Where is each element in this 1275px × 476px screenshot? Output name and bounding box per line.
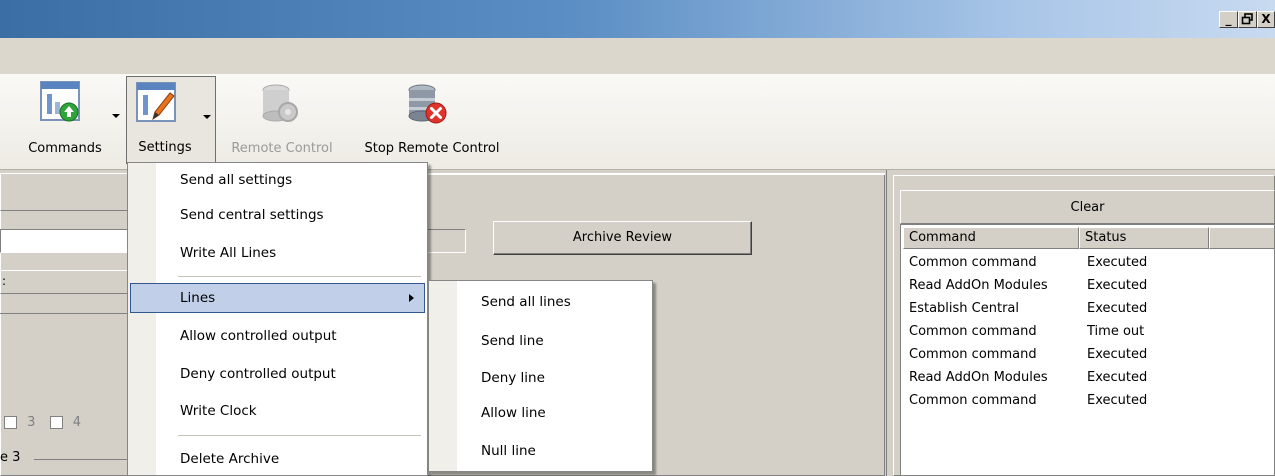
- log-status-cell: Time out: [1087, 324, 1145, 339]
- submenu-item-allow-line[interactable]: Allow line: [431, 398, 650, 428]
- submenu-item-null-line[interactable]: Null line: [431, 436, 650, 466]
- stop-remote-control-label: Stop Remote Control: [364, 141, 500, 156]
- settings-button[interactable]: Settings: [126, 76, 216, 164]
- submenu-item-label: Send line: [481, 333, 544, 349]
- stop-remote-control-icon: [408, 84, 447, 124]
- column-header-command[interactable]: Command: [903, 227, 1079, 249]
- close-button[interactable]: X: [1257, 11, 1275, 28]
- menu-item-label: Write All Lines: [180, 245, 277, 261]
- settings-icon: [136, 82, 176, 122]
- clear-button[interactable]: Clear: [900, 190, 1275, 224]
- menu-separator: [178, 276, 421, 277]
- menu-item-label: Delete Archive: [180, 451, 280, 467]
- restore-icon: [1241, 13, 1253, 25]
- submenu-item-send-line[interactable]: Send line: [431, 326, 650, 356]
- log-status-cell: Executed: [1087, 255, 1148, 270]
- log-status-cell: Executed: [1087, 370, 1148, 385]
- log-command-cell: Establish Central: [909, 301, 1020, 316]
- archive-review-button[interactable]: Archive Review: [493, 221, 752, 255]
- commands-label: Commands: [28, 141, 102, 156]
- log-command-cell: Common command: [909, 324, 1037, 339]
- log-command-cell: Read AddOn Modules: [909, 370, 1048, 385]
- menu-item-label: Allow controlled output: [180, 328, 337, 344]
- menu-item-deny-controlled-output[interactable]: Deny controlled output: [130, 359, 425, 389]
- log-status-cell: Executed: [1087, 278, 1148, 293]
- lines-submenu: Send all lines Send line Deny line Allow…: [428, 280, 653, 472]
- log-status-cell: Executed: [1087, 301, 1148, 316]
- checkbox-3[interactable]: [4, 416, 17, 429]
- minimize-button[interactable]: _: [1219, 11, 1238, 28]
- submenu-arrow-icon: [409, 294, 414, 302]
- left-combo-divider: :: [2, 274, 7, 288]
- commands-button[interactable]: Commands: [28, 76, 128, 164]
- title-bar: _ X: [0, 0, 1275, 38]
- log-command-cell: Common command: [909, 393, 1037, 408]
- submenu-item-label: Allow line: [481, 405, 546, 421]
- menu-item-send-all-settings[interactable]: Send all settings: [130, 165, 425, 195]
- settings-menu: Send all settings Send central settings …: [127, 162, 428, 476]
- log-command-cell: Common command: [909, 255, 1037, 270]
- commands-dropdown-arrow[interactable]: [112, 114, 120, 118]
- remote-control-icon: [262, 84, 298, 122]
- toolbar: Commands Settings Remote Control Stop Re…: [0, 74, 1275, 170]
- menu-item-send-central-settings[interactable]: Send central settings: [130, 200, 425, 230]
- checkbox-4-label: 4: [72, 415, 81, 430]
- command-log-table[interactable]: Command Status Common command Executed Rea…: [900, 224, 1275, 476]
- column-header-status[interactable]: Status: [1079, 227, 1209, 249]
- submenu-item-label: Deny line: [481, 370, 545, 386]
- menu-item-label: Lines: [180, 290, 216, 306]
- menu-item-label: Deny controlled output: [180, 366, 336, 382]
- settings-label: Settings: [138, 140, 192, 155]
- left-text-input[interactable]: [0, 229, 135, 253]
- line-checkbox-row: 3 4: [4, 415, 81, 433]
- log-command-cell: Read AddOn Modules: [909, 278, 1048, 293]
- menu-item-label: Send central settings: [180, 207, 324, 223]
- log-status-cell: Executed: [1087, 393, 1148, 408]
- menu-item-write-clock[interactable]: Write Clock: [130, 396, 425, 426]
- restore-button[interactable]: [1238, 11, 1257, 28]
- menu-separator: [178, 435, 421, 436]
- menu-item-write-all-lines[interactable]: Write All Lines: [130, 238, 425, 268]
- submenu-item-label: Send all lines: [481, 294, 571, 310]
- submenu-item-deny-line[interactable]: Deny line: [431, 363, 650, 393]
- submenu-item-label: Null line: [481, 443, 536, 459]
- left-combo[interactable]: :: [0, 270, 135, 294]
- commands-icon: [40, 81, 80, 122]
- menu-item-delete-archive[interactable]: Delete Archive: [130, 444, 425, 474]
- group-box-line: [34, 459, 134, 460]
- left-header-strip: [0, 173, 135, 211]
- remote-control-button[interactable]: Remote Control: [222, 76, 342, 164]
- checkbox-4[interactable]: [49, 416, 63, 429]
- group-box-label: e 3: [0, 450, 21, 465]
- remote-control-label: Remote Control: [231, 141, 333, 156]
- log-command-cell: Common command: [909, 347, 1037, 362]
- menu-item-allow-controlled-output[interactable]: Allow controlled output: [130, 321, 425, 351]
- submenu-item-send-all-lines[interactable]: Send all lines: [431, 287, 650, 317]
- menu-item-label: Send all settings: [180, 172, 293, 188]
- stop-remote-control-button[interactable]: Stop Remote Control: [350, 76, 514, 164]
- menu-item-lines[interactable]: Lines: [130, 283, 425, 313]
- settings-dropdown-arrow[interactable]: [203, 115, 211, 119]
- column-header-empty[interactable]: [1209, 227, 1274, 249]
- menu-item-label: Write Clock: [180, 403, 257, 419]
- log-status-cell: Executed: [1087, 347, 1148, 362]
- left-divider: [0, 313, 135, 314]
- checkbox-3-label: 3: [27, 415, 36, 430]
- menu-strip: [0, 38, 1275, 74]
